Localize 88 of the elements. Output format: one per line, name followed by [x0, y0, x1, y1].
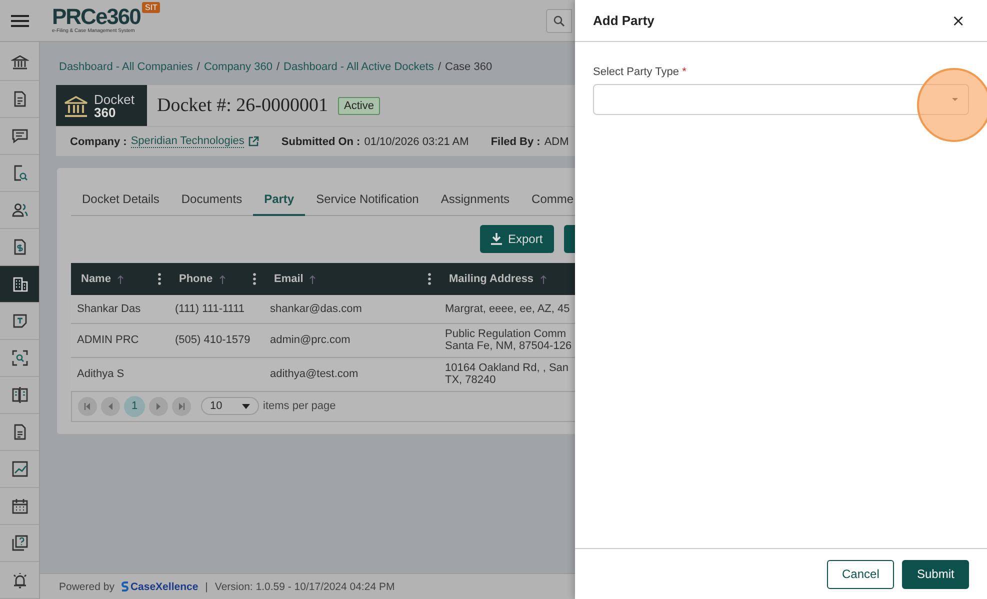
logo: PRCe360 [52, 6, 140, 28]
submit-button[interactable]: Submit [902, 560, 969, 588]
table-cell: admin@prc.com [270, 334, 350, 346]
external-link-icon [248, 136, 260, 147]
table-cell: ADMIN PRC [77, 334, 139, 346]
docket-title: Docket #: 26-0000001 [157, 94, 328, 116]
powered-by-text: Powered by [59, 580, 114, 592]
tab[interactable]: Party [253, 184, 306, 216]
table-cell: (111) 111-1111 [175, 302, 245, 315]
calendar-icon [10, 497, 28, 515]
breadcrumb-link[interactable]: Company 360 [204, 61, 272, 85]
previous-page-button[interactable] [101, 396, 120, 416]
brand-logo-icon [121, 581, 130, 592]
next-page-icon [155, 402, 162, 410]
menu-icon [11, 14, 29, 28]
sort-arrow-icon [218, 274, 226, 284]
meta-label: Filed By : [490, 136, 540, 148]
sidebar-item[interactable] [0, 266, 39, 303]
breadcrumb-separator: / [438, 61, 441, 75]
kebab-menu-icon[interactable] [158, 273, 161, 285]
tab[interactable]: Service Notification [305, 184, 430, 216]
page-button[interactable]: 1 [124, 396, 145, 416]
kebab-menu-icon[interactable] [253, 273, 256, 285]
dropdown-caret-icon [952, 98, 958, 101]
download-icon [491, 233, 502, 245]
table-cell: Margrat, eeee, ee, AZ, 45 [445, 302, 570, 315]
bank-icon [10, 53, 28, 71]
chat-icon [10, 127, 28, 145]
meta-value: 01/10/2026 03:21 AM [364, 136, 469, 148]
company-link[interactable]: Speridian Technologies [130, 135, 244, 148]
table-cell: (505) 410-1579 [175, 334, 250, 346]
page-size-label: items per page [263, 400, 336, 412]
first-page-button[interactable] [78, 396, 97, 416]
tab[interactable]: Comme [520, 184, 575, 216]
people-icon [10, 201, 28, 219]
version-text: Version: 1.0.59 - 10/17/2024 04:24 PM [214, 580, 395, 592]
tab[interactable]: Documents [170, 184, 254, 216]
chart-icon [10, 460, 28, 478]
table-cell: adithya@test.com [270, 368, 358, 380]
table-cell: Shankar Das [77, 302, 141, 315]
bank-icon [64, 94, 88, 116]
export-button[interactable]: Export [480, 225, 554, 253]
next-page-button[interactable] [149, 396, 168, 416]
close-button[interactable]: × [952, 11, 965, 30]
breadcrumb-separator: / [196, 61, 200, 75]
table-cell: shankar@das.com [270, 302, 362, 315]
status-badge: Active [338, 96, 380, 114]
help-icon [10, 534, 28, 552]
meta-value: ADM [544, 136, 569, 148]
table-cell: 10164 Oakland Rd, , San TX, 78240 [445, 362, 569, 386]
breadcrumb-link[interactable]: Dashboard - All Companies [59, 61, 193, 85]
column-header[interactable]: Email [274, 273, 304, 285]
note-icon [10, 312, 28, 330]
bell-icon [10, 571, 28, 589]
column-header[interactable]: Phone [179, 273, 213, 285]
tab[interactable]: Assignments [430, 184, 521, 216]
sort-arrow-icon [116, 274, 124, 284]
last-page-icon [178, 402, 185, 410]
search-icon [553, 14, 565, 26]
environment-badge: SIT [142, 2, 160, 13]
book-icon [10, 386, 28, 404]
table-cell: Adithya S [77, 368, 124, 380]
cancel-button[interactable]: Cancel [827, 560, 894, 588]
field-label: Select Party Type * [593, 66, 688, 78]
breadcrumb-separator: / [276, 61, 280, 75]
scan-icon [10, 349, 28, 367]
brand-name: CaseXellence [130, 580, 198, 592]
table-cell: Public Regulation Comm Santa Fe, NM, 87504-126 [445, 328, 572, 352]
meta-label: Company : [70, 136, 127, 148]
dropdown-caret-icon [242, 404, 250, 408]
breadcrumb-link[interactable]: Dashboard - All Active Dockets [284, 61, 434, 85]
brand-number: 360 [94, 106, 117, 118]
previous-page-icon [107, 402, 114, 410]
kebab-menu-icon[interactable] [428, 273, 431, 285]
drawer-title: Add Party [593, 13, 654, 28]
last-page-button[interactable] [172, 396, 191, 416]
first-page-icon [84, 402, 91, 410]
meta-label: Submitted On : [281, 136, 360, 148]
search-button[interactable] [546, 8, 572, 32]
building-icon [10, 275, 28, 293]
brand-label: Docket [94, 92, 134, 106]
page-size-select[interactable]: 10 [201, 397, 259, 415]
breadcrumb-current: Case 360 [445, 61, 492, 75]
tab[interactable]: Docket Details [71, 184, 170, 216]
footer-separator: | [205, 580, 208, 592]
sort-arrow-icon [540, 274, 547, 284]
sort-arrow-icon [309, 274, 316, 284]
column-header[interactable]: Name [81, 273, 111, 285]
